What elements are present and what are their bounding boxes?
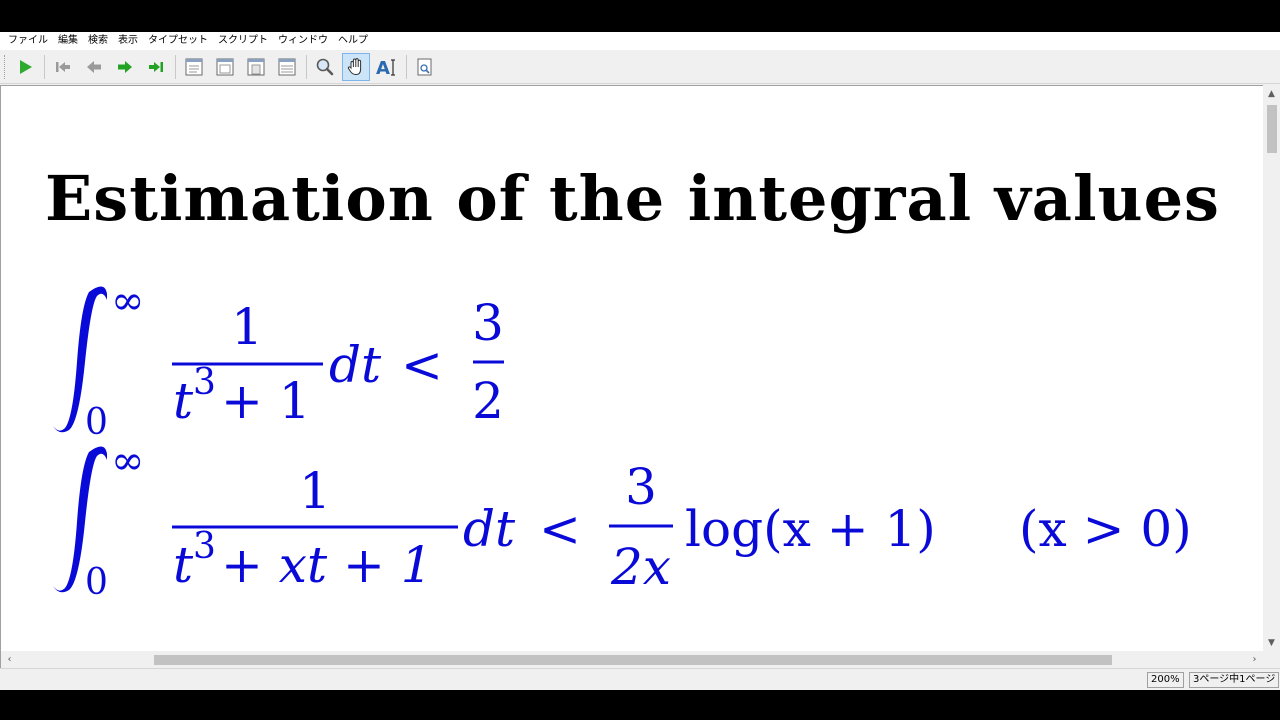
fraction-numerator: 1 — [299, 462, 331, 520]
scroll-up-arrow-icon[interactable]: ▲ — [1263, 85, 1280, 102]
play-icon — [20, 59, 32, 74]
integral-lower-limit: 0 — [85, 562, 108, 603]
single-page-view-button[interactable] — [180, 53, 208, 81]
rhs-numerator: 3 — [472, 294, 504, 352]
menu-file[interactable]: ファイル — [4, 32, 54, 50]
page-search-button[interactable] — [411, 53, 439, 81]
differential: dt — [329, 336, 382, 394]
menu-typeset[interactable]: タイプセット — [144, 32, 214, 50]
single-page-view-icon — [185, 58, 203, 75]
toolbar: A — [0, 50, 1280, 84]
menu-edit[interactable]: 編集 — [54, 32, 84, 50]
scroll-right-arrow-icon[interactable]: › — [1246, 651, 1263, 668]
rhs-numerator: 3 — [625, 458, 657, 516]
hand-tool-icon — [347, 57, 362, 75]
first-page-button[interactable] — [49, 53, 77, 81]
next-page-icon — [118, 60, 132, 73]
zoom-level[interactable]: 200% — [1147, 672, 1184, 688]
fit-width-button[interactable] — [273, 53, 301, 81]
denominator-base: t — [173, 536, 194, 594]
toolbar-separator — [406, 54, 407, 79]
continuous-view-icon — [247, 58, 265, 75]
bottom-black-band — [0, 690, 1280, 720]
integral-lower-limit: 0 — [85, 402, 108, 443]
rhs-denominator: 2x — [610, 538, 671, 596]
vertical-scroll-thumb[interactable] — [1267, 105, 1277, 153]
denominator-exponent: 3 — [193, 362, 216, 403]
menu-window[interactable]: ウィンドウ — [274, 32, 334, 50]
svg-text:A: A — [376, 58, 390, 77]
toolbar-separator — [44, 54, 45, 79]
relation-less-than: < — [401, 336, 443, 394]
domain-condition: (x > 0) — [1019, 500, 1192, 558]
status-bar: 200% 3ページ中1ページ — [0, 668, 1280, 690]
vertical-scrollbar[interactable]: ▲ ▼ — [1263, 85, 1280, 651]
integral-upper-limit: ∞ — [111, 438, 144, 484]
denominator-rest: + 1 — [221, 372, 311, 430]
menu-bar: ファイル 編集 検索 表示 タイプセット スクリプト ウィンドウ ヘルプ — [0, 32, 1280, 50]
denominator-rest: + xt + 1 — [221, 536, 433, 594]
horizontal-scrollbar[interactable]: ‹ › — [0, 651, 1263, 668]
denominator-exponent: 3 — [193, 526, 216, 567]
scroll-down-arrow-icon[interactable]: ▼ — [1263, 634, 1280, 651]
relation-less-than: < — [539, 500, 581, 558]
fraction-numerator: 1 — [231, 298, 263, 356]
pdf-viewer-window: ファイル 編集 検索 表示 タイプセット スクリプト ウィンドウ ヘルプ A E… — [0, 32, 1280, 690]
typeset-button[interactable] — [11, 53, 39, 81]
toolbar-grip[interactable] — [4, 54, 7, 79]
menu-view[interactable]: 表示 — [114, 32, 144, 50]
first-page-icon — [56, 61, 70, 72]
text-select-icon: A — [376, 58, 395, 77]
rhs-denominator: 2 — [472, 372, 504, 430]
previous-page-button[interactable] — [80, 53, 108, 81]
next-page-button[interactable] — [111, 53, 139, 81]
scroll-left-arrow-icon[interactable]: ‹ — [1, 651, 18, 668]
page-search-icon — [417, 58, 432, 75]
magnifier-icon — [316, 58, 334, 75]
fit-width-icon — [278, 58, 296, 75]
denominator-base: t — [173, 372, 194, 430]
rhs-log-function: log(x + 1) — [685, 500, 936, 558]
integral-upper-limit: ∞ — [111, 278, 144, 324]
previous-page-icon — [87, 60, 101, 73]
menu-help[interactable]: ヘルプ — [334, 32, 374, 50]
equation-2: ∞ 0 1 t 3 + xt + 1 dt < 3 2x log(x + 1) … — [45, 438, 1245, 612]
equation-1: ∞ 0 1 t 3 + 1 dt < 3 2 — [45, 278, 525, 443]
horizontal-scroll-thumb[interactable] — [154, 655, 1112, 665]
scrollbar-corner — [1263, 651, 1280, 668]
toolbar-separator — [306, 54, 307, 79]
continuous-view-button[interactable] — [242, 53, 270, 81]
text-select-button[interactable]: A — [373, 53, 401, 81]
magnifier-button[interactable] — [311, 53, 339, 81]
document-viewport[interactable]: Estimation of the integral values ∞ 0 1 … — [0, 85, 1263, 651]
menu-search[interactable]: 検索 — [84, 32, 114, 50]
toolbar-separator — [175, 54, 176, 79]
menu-script[interactable]: スクリプト — [214, 32, 274, 50]
document-title: Estimation of the integral values — [45, 162, 1220, 235]
differential: dt — [463, 500, 516, 558]
hand-tool-button[interactable] — [342, 52, 370, 81]
top-black-band — [0, 0, 1280, 32]
two-page-view-icon — [216, 58, 234, 75]
last-page-button[interactable] — [142, 53, 170, 81]
two-page-view-button[interactable] — [211, 53, 239, 81]
last-page-icon — [149, 61, 163, 72]
page-indicator[interactable]: 3ページ中1ページ — [1189, 672, 1280, 688]
